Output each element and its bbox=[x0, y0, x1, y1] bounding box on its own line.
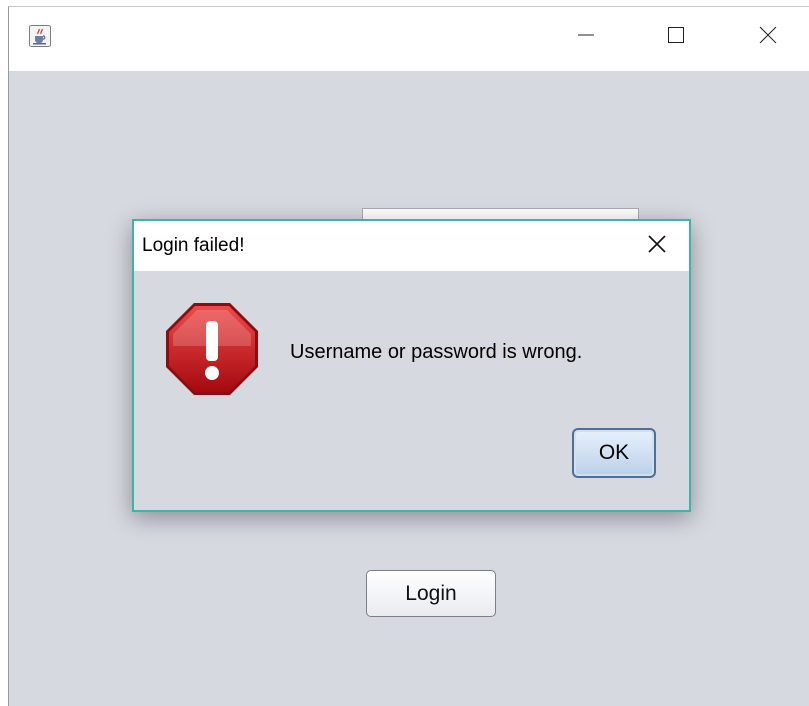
close-icon bbox=[758, 25, 778, 50]
dialog-title: Login failed! bbox=[142, 235, 245, 256]
ok-button[interactable]: OK bbox=[572, 428, 656, 478]
minimize-button[interactable] bbox=[563, 17, 609, 57]
dialog-titlebar: Login failed! bbox=[134, 221, 689, 271]
login-button[interactable]: Login bbox=[366, 570, 496, 617]
error-dialog: Login failed! Username or password is wr… bbox=[132, 219, 691, 512]
window-close-button[interactable] bbox=[745, 17, 791, 57]
maximize-button[interactable] bbox=[653, 17, 699, 57]
dialog-close-button[interactable] bbox=[634, 225, 680, 267]
dialog-message: Username or password is wrong. bbox=[290, 341, 583, 363]
window-titlebar bbox=[9, 7, 809, 71]
minimize-icon bbox=[576, 25, 596, 50]
error-stop-icon bbox=[164, 301, 260, 397]
close-icon bbox=[646, 233, 668, 260]
java-coffee-cup-icon bbox=[29, 25, 51, 47]
maximize-icon bbox=[666, 25, 686, 50]
